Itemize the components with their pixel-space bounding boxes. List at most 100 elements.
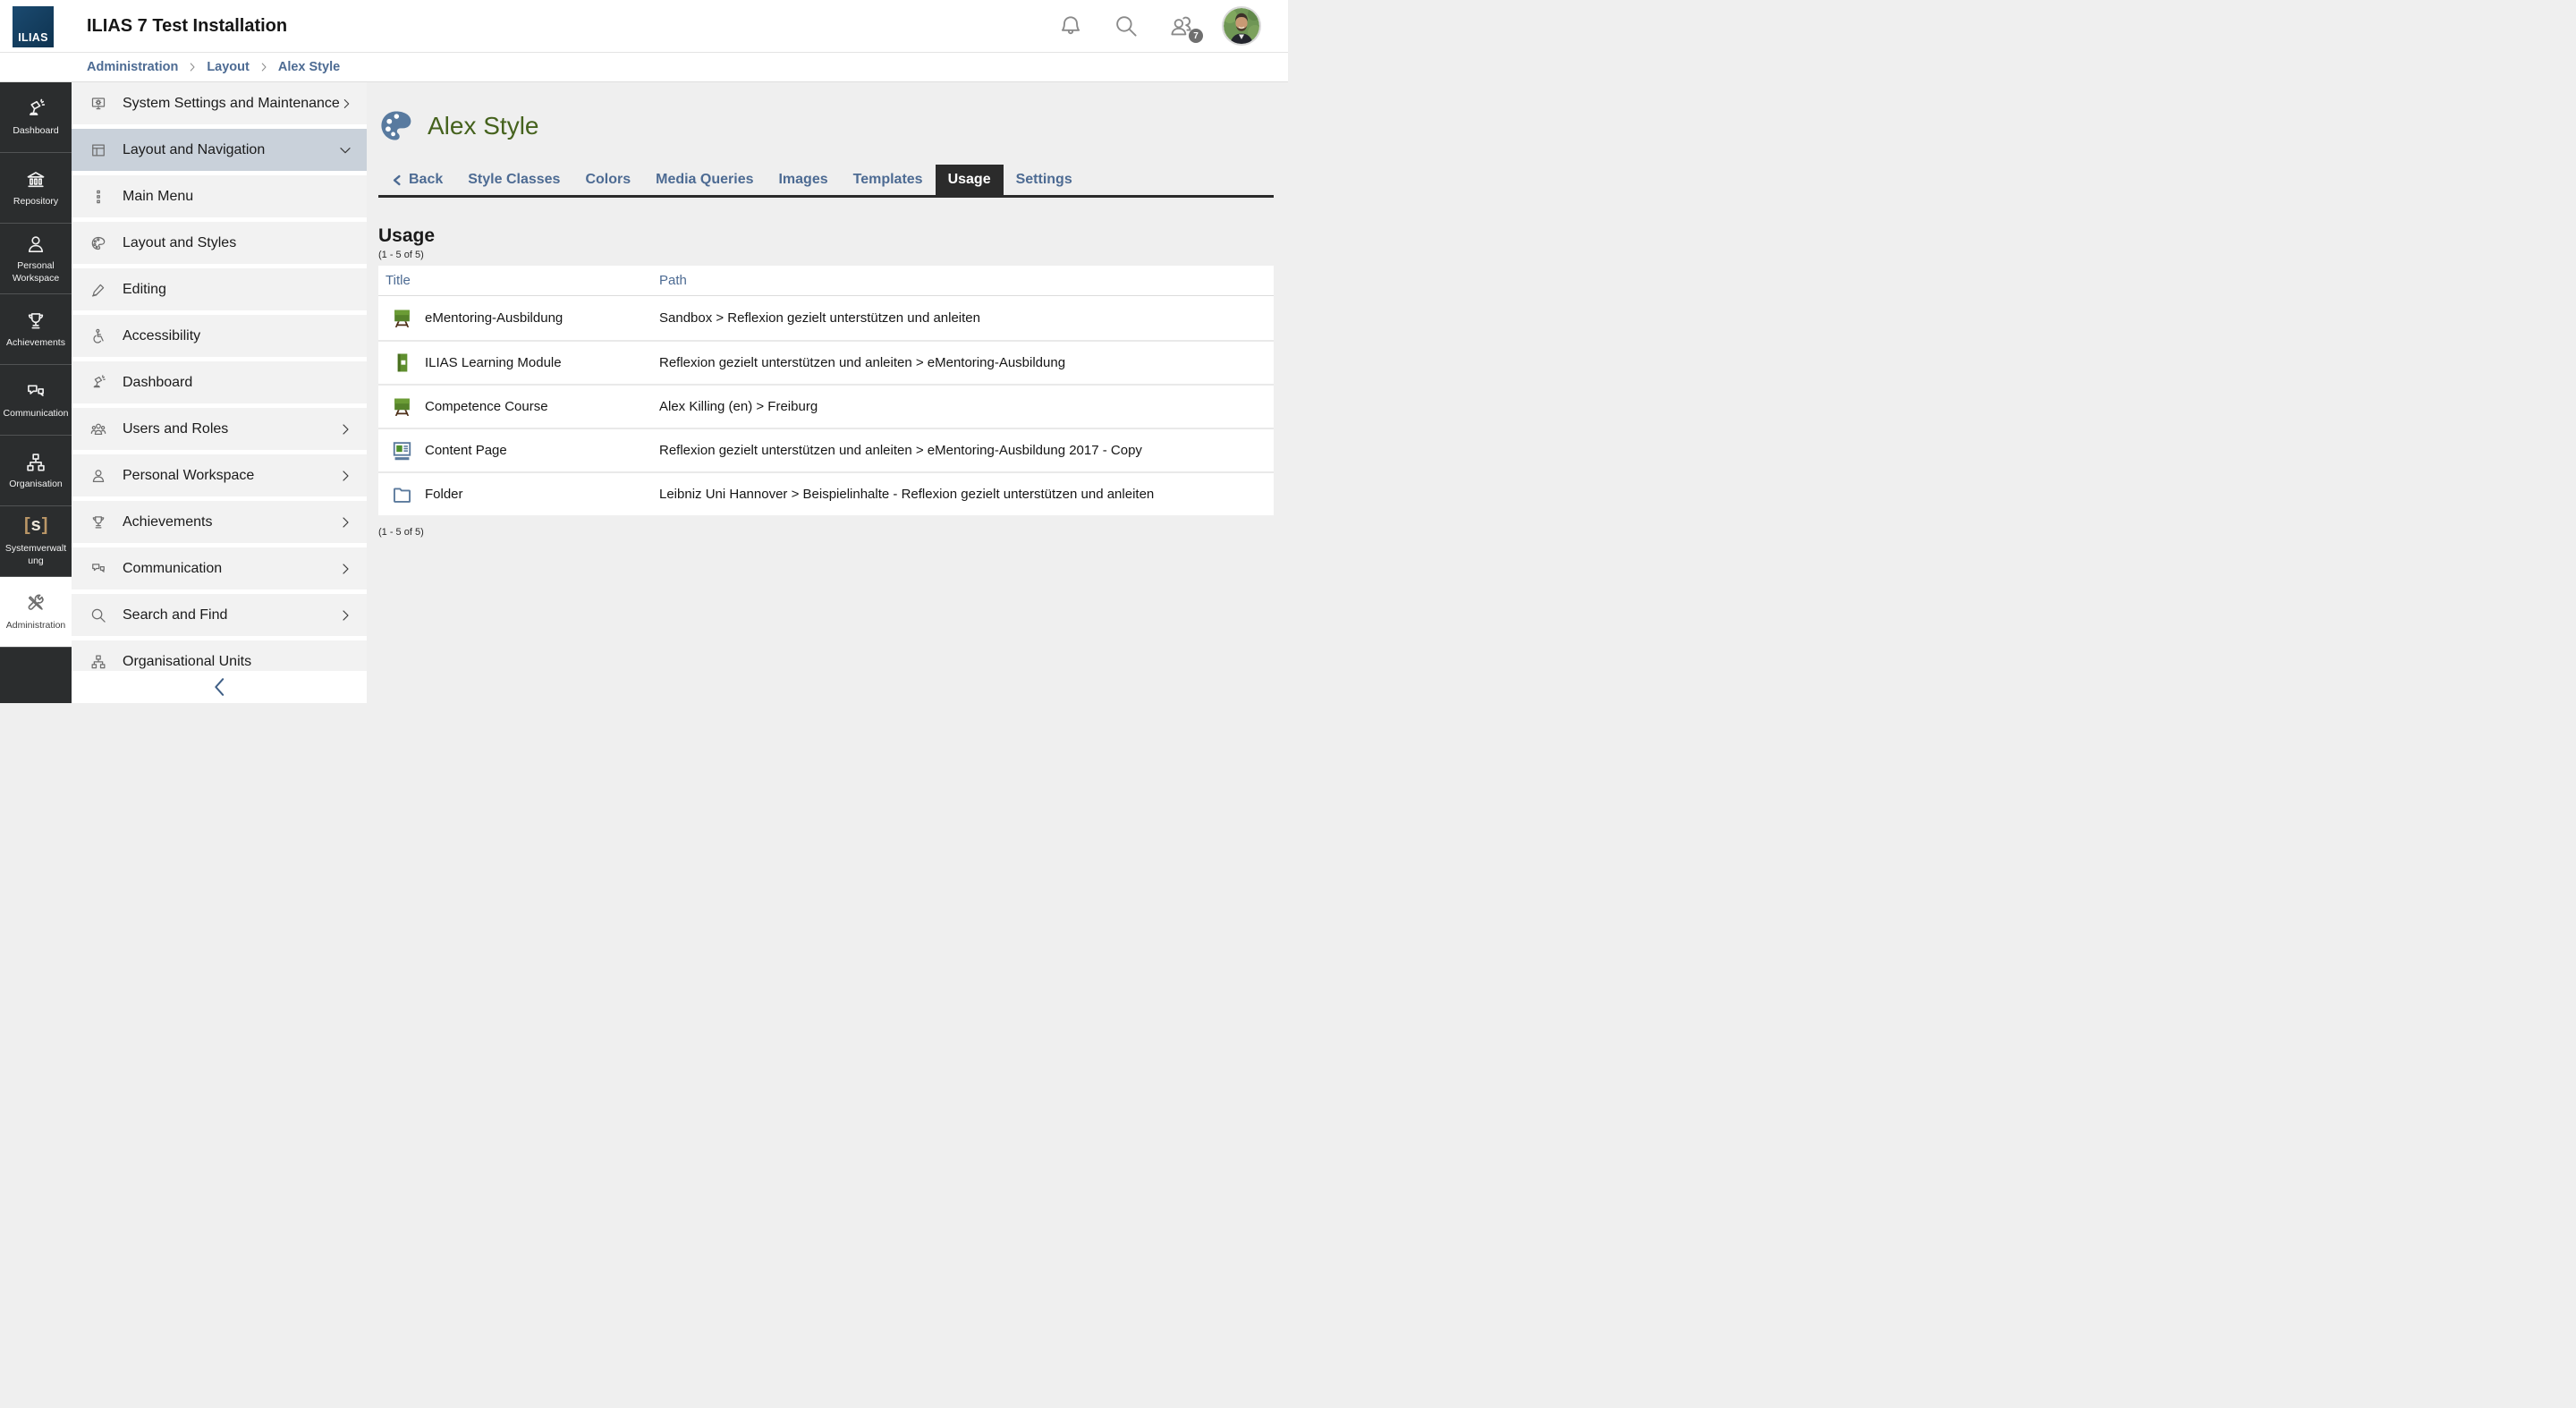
slate-item[interactable]: Layout and Navigation bbox=[72, 129, 367, 171]
chevron-right-icon bbox=[338, 422, 352, 437]
rail-item[interactable]: Organisation bbox=[0, 436, 72, 506]
ilias-logo[interactable]: ILIAS bbox=[13, 6, 54, 47]
object-title: ILIAS Learning Module bbox=[425, 355, 562, 370]
page-title: Alex Style bbox=[428, 112, 539, 140]
slate-item[interactable]: Users and Roles bbox=[72, 408, 367, 450]
sysverwaltung-icon: [s] bbox=[24, 515, 47, 539]
tab[interactable]: Settings bbox=[1004, 165, 1085, 195]
tab-label: Colors bbox=[585, 172, 631, 188]
app-title: ILIAS 7 Test Installation bbox=[87, 16, 287, 37]
rail-item[interactable]: Repository bbox=[0, 153, 72, 224]
main-bar: Dashboard Repository Personal Workspace … bbox=[0, 82, 72, 703]
slate-item[interactable]: Accessibility bbox=[72, 315, 367, 357]
bank-icon bbox=[24, 168, 47, 191]
tab-label: Settings bbox=[1016, 172, 1072, 188]
top-header: ILIAS ILIAS 7 Test Installation 7 bbox=[0, 0, 1288, 53]
rail-item[interactable]: Dashboard bbox=[0, 82, 72, 153]
chevron-left-icon bbox=[210, 676, 228, 698]
tab-label: Templates bbox=[853, 172, 923, 188]
usage-table: Title Path eMentoring-Ausbildung Sandbox… bbox=[378, 266, 1274, 515]
who-is-online-button[interactable]: 7 bbox=[1168, 13, 1195, 39]
rail-item-label: Organisation bbox=[9, 479, 63, 490]
slate-item[interactable]: Main Menu bbox=[72, 175, 367, 217]
collapse-slate-button[interactable] bbox=[72, 671, 367, 703]
slate-item[interactable]: Layout and Styles bbox=[72, 222, 367, 264]
orgchart-icon bbox=[24, 451, 47, 474]
table-row: Content Page Reflexion gezielt unterstüt… bbox=[378, 428, 1274, 471]
user-avatar[interactable] bbox=[1224, 8, 1259, 44]
section-title: Usage bbox=[378, 225, 1274, 247]
object-title-cell: Competence Course bbox=[378, 395, 659, 418]
slate-item-label: Personal Workspace bbox=[123, 468, 254, 484]
object-title-cell: eMentoring-Ausbildung bbox=[378, 307, 659, 329]
rail-item[interactable]: Achievements bbox=[0, 294, 72, 365]
lamp-icon bbox=[24, 98, 47, 121]
main-content: Alex Style Back Style Classes Colors bbox=[367, 82, 1288, 703]
object-title-cell: Folder bbox=[378, 483, 659, 505]
column-header-path: Path bbox=[659, 273, 1274, 288]
slate-item-label: Accessibility bbox=[123, 328, 200, 344]
admin-slate-menu: System Settings and Maintenance Layout a… bbox=[72, 82, 367, 703]
breadcrumb-link[interactable]: Administration bbox=[87, 60, 178, 74]
person-icon bbox=[89, 467, 107, 485]
monitor-gear-icon bbox=[89, 95, 107, 113]
rail-item[interactable]: Administration bbox=[0, 577, 72, 648]
slate-item[interactable]: Editing bbox=[72, 268, 367, 310]
rail-item-label: Dashboard bbox=[13, 125, 58, 137]
tab[interactable]: Back bbox=[378, 165, 455, 195]
result-range-top: (1 - 5 of 5) bbox=[378, 250, 1274, 260]
breadcrumb: Administration Layout Alex Style bbox=[0, 53, 1288, 82]
notifications-button[interactable] bbox=[1057, 13, 1084, 39]
rail-item-label: Personal Workspace bbox=[3, 260, 69, 284]
online-count-badge: 7 bbox=[1189, 29, 1203, 43]
slate-item-label: Main Menu bbox=[123, 189, 193, 205]
slate-item-label: Achievements bbox=[123, 514, 213, 530]
tab[interactable]: Templates bbox=[841, 165, 936, 195]
result-range-bottom: (1 - 5 of 5) bbox=[378, 527, 1274, 538]
slate-item-label: Layout and Styles bbox=[123, 235, 236, 251]
slate-item[interactable]: Communication bbox=[72, 547, 367, 589]
object-title: eMentoring-Ausbildung bbox=[425, 310, 563, 326]
table-row: eMentoring-Ausbildung Sandbox > Reflexio… bbox=[378, 296, 1274, 340]
tab[interactable]: Media Queries bbox=[643, 165, 766, 195]
tab[interactable]: Usage bbox=[936, 165, 1004, 195]
orgchart-icon bbox=[89, 653, 107, 671]
bell-icon bbox=[1057, 28, 1084, 43]
rail-item[interactable]: Communication bbox=[0, 365, 72, 436]
tab-label: Media Queries bbox=[656, 172, 753, 188]
avatar-photo bbox=[1224, 8, 1259, 44]
slate-item[interactable]: Personal Workspace bbox=[72, 454, 367, 496]
breadcrumb-item: Alex Style bbox=[258, 60, 340, 74]
search-button[interactable] bbox=[1113, 13, 1140, 39]
person-icon bbox=[24, 233, 47, 256]
breadcrumb-link[interactable]: Alex Style bbox=[278, 60, 340, 74]
object-title: Content Page bbox=[425, 443, 507, 458]
object-title-cell: Content Page bbox=[378, 439, 659, 462]
slate-item[interactable]: Search and Find bbox=[72, 594, 367, 636]
slate-item-label: Layout and Navigation bbox=[123, 142, 265, 158]
pen-icon bbox=[89, 281, 107, 299]
chevron-right-icon bbox=[338, 562, 352, 576]
tab[interactable]: Style Classes bbox=[455, 165, 572, 195]
accessibility-icon bbox=[89, 327, 107, 345]
search-icon bbox=[1113, 28, 1140, 43]
header-actions: 7 bbox=[1057, 8, 1288, 44]
chevron-down-icon bbox=[338, 143, 352, 157]
course-icon bbox=[391, 395, 413, 418]
tab[interactable]: Images bbox=[766, 165, 840, 195]
tab[interactable]: Colors bbox=[572, 165, 643, 195]
rail-item[interactable]: [s] Systemverwaltung bbox=[0, 506, 72, 577]
breadcrumb-link[interactable]: Layout bbox=[207, 60, 250, 74]
breadcrumb-item: Administration bbox=[87, 60, 178, 74]
content-page-icon bbox=[391, 439, 413, 462]
palette-icon bbox=[378, 106, 415, 145]
column-header-title: Title bbox=[378, 273, 659, 288]
slate-item[interactable]: Dashboard bbox=[72, 361, 367, 403]
rail-item-label: Repository bbox=[13, 196, 58, 208]
list-icon bbox=[89, 188, 107, 206]
slate-item[interactable]: Achievements bbox=[72, 501, 367, 543]
rail-item[interactable]: Personal Workspace bbox=[0, 224, 72, 294]
tab-label: Back bbox=[409, 172, 443, 188]
trophy-icon bbox=[89, 513, 107, 531]
slate-item[interactable]: System Settings and Maintenance bbox=[72, 82, 367, 124]
